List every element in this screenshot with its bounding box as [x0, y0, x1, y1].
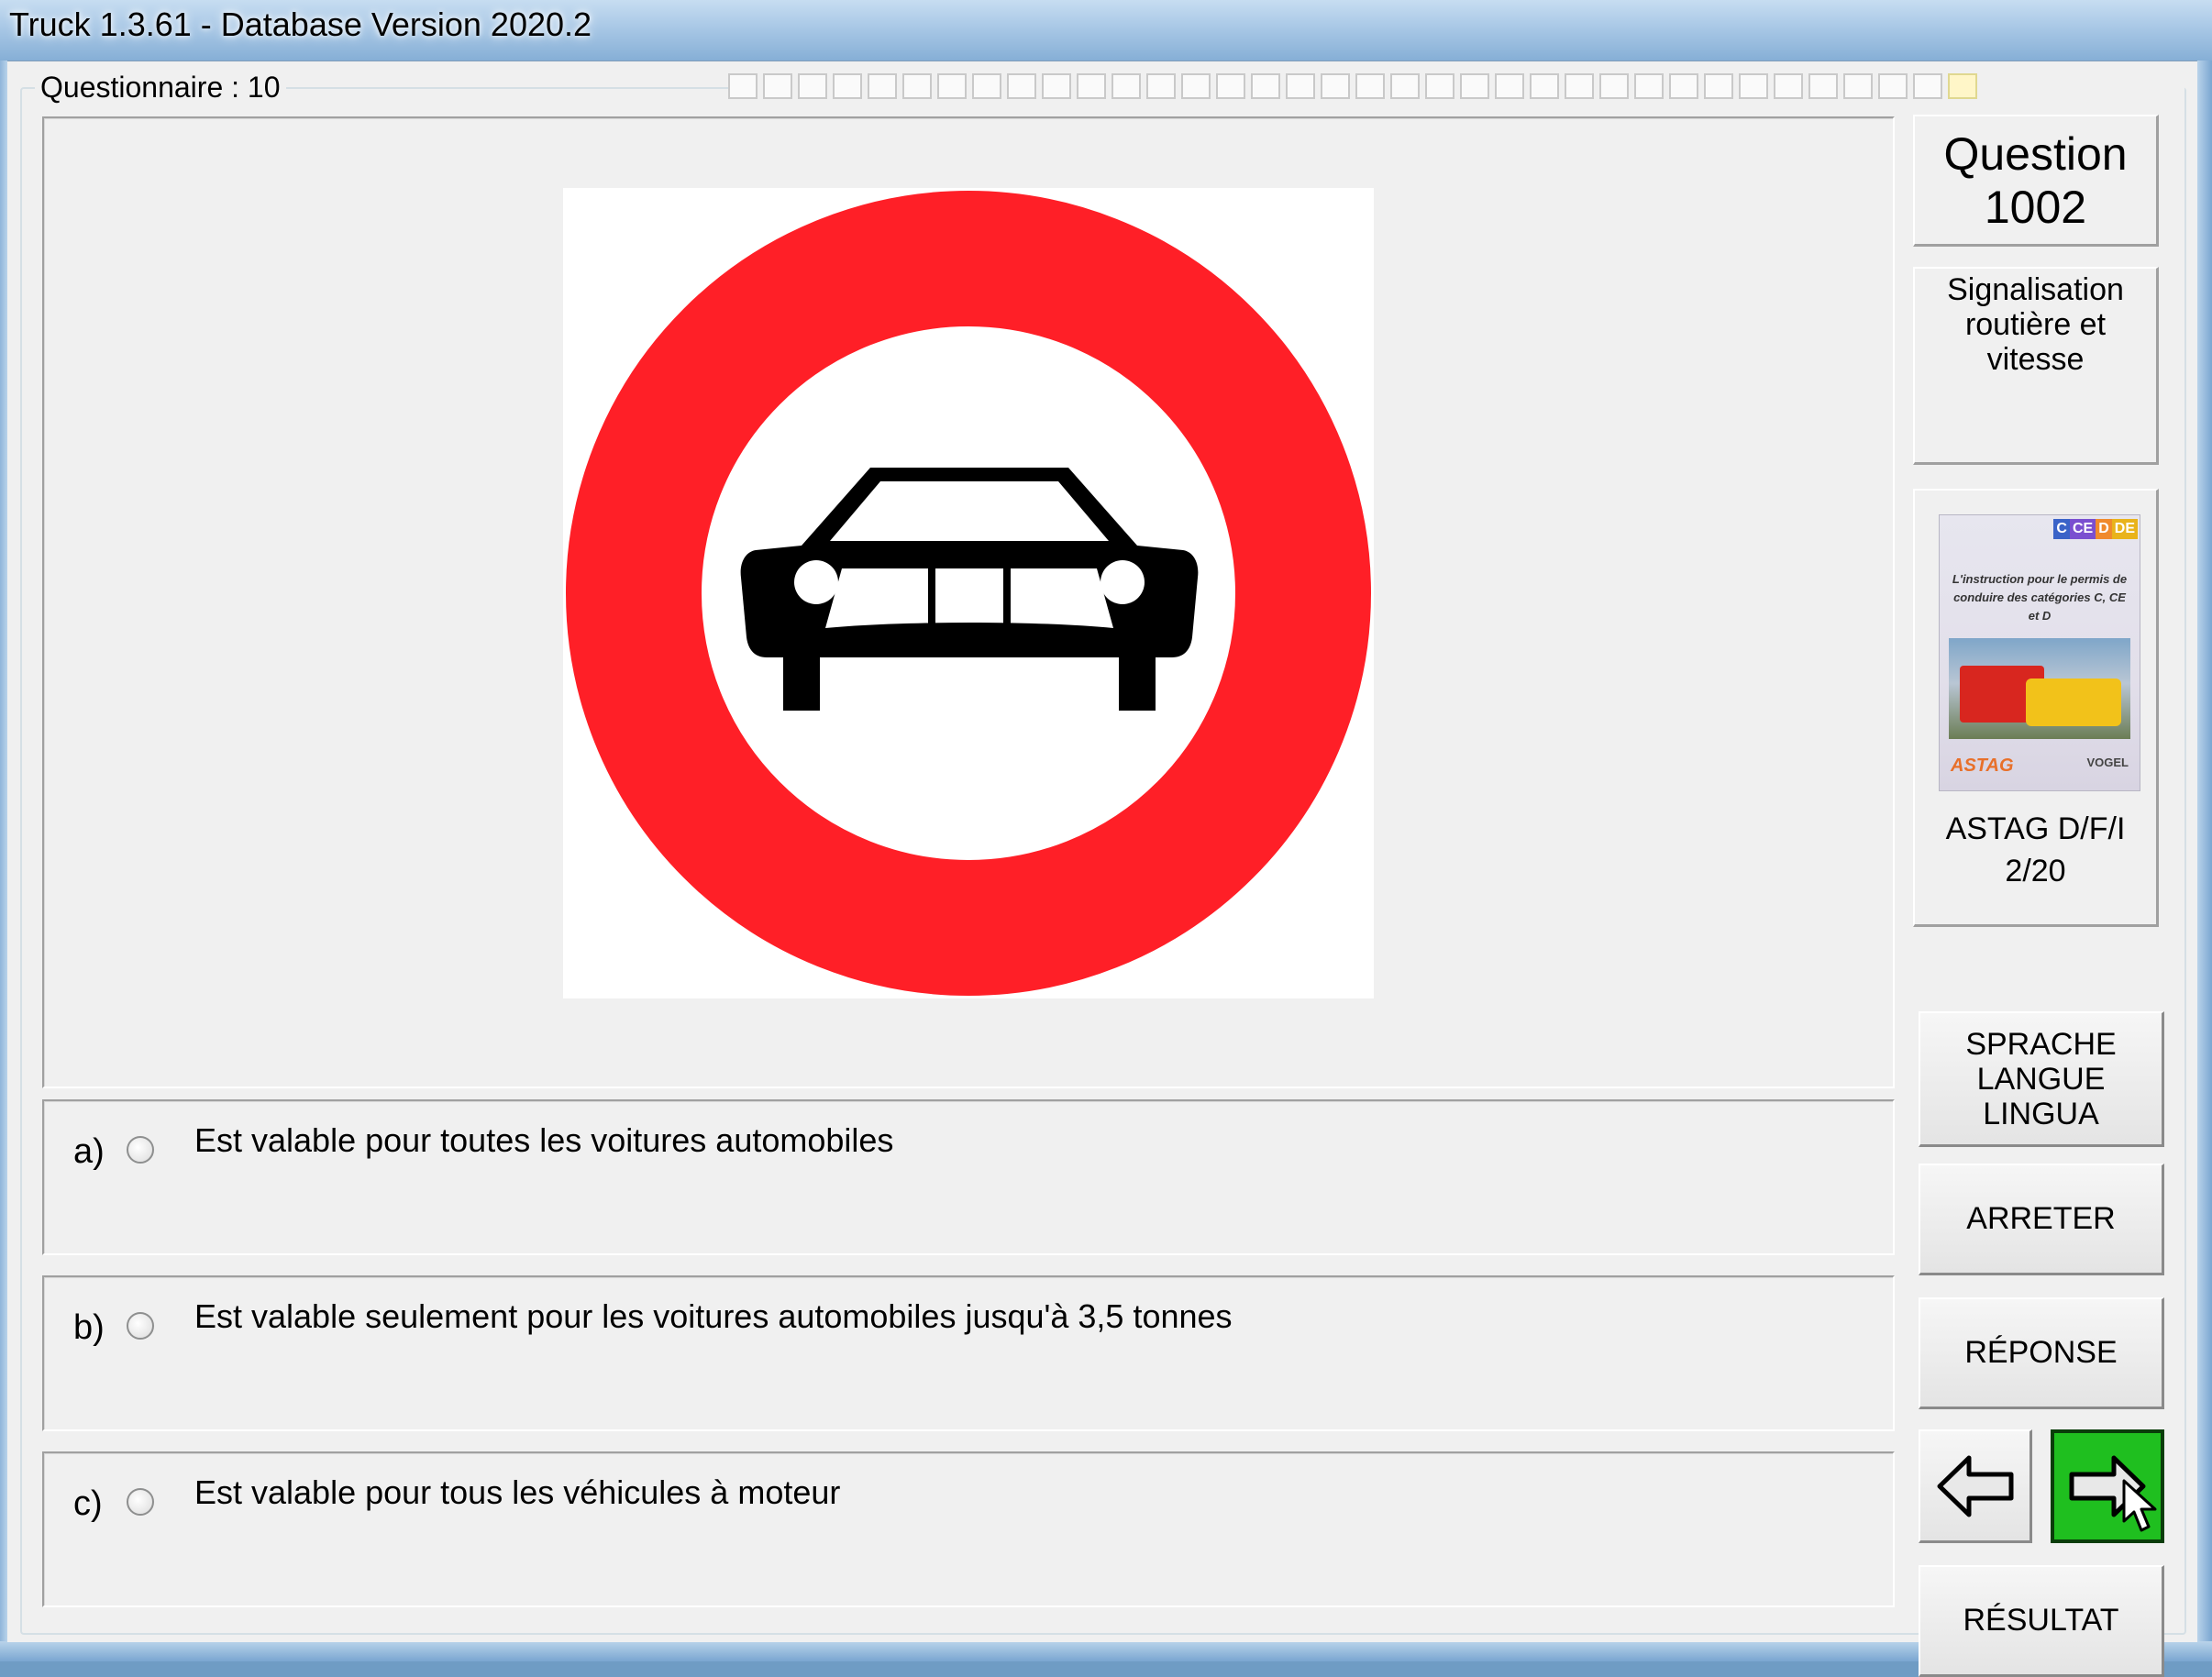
progress-segment — [902, 73, 932, 99]
progress-segment — [728, 73, 758, 99]
progress-segment — [1355, 73, 1385, 99]
progress-segment — [1460, 73, 1489, 99]
book-cover-text: L'instruction pour le permis de conduire… — [1952, 572, 2128, 623]
window-titlebar[interactable]: Truck 1.3.61 - Database Version 2020.2 — [0, 0, 2212, 61]
previous-question-button[interactable] — [1919, 1429, 2032, 1543]
publisher-logo-left: ASTAG — [1951, 756, 2014, 776]
book-caption: ASTAG D/F/I 2/20 — [1915, 808, 2156, 892]
answer-text[interactable]: Est valable pour toutes les voitures aut… — [194, 1121, 893, 1160]
progress-segment — [1948, 73, 1977, 99]
progress-segment — [1530, 73, 1559, 99]
book-category-tag: DE — [2111, 519, 2138, 539]
window-title: Truck 1.3.61 - Database Version 2020.2 — [9, 6, 592, 43]
questionnaire-progress — [728, 73, 2184, 103]
progress-segment — [1321, 73, 1350, 99]
book-category-tag: C — [2053, 519, 2070, 539]
window-frame-left — [0, 61, 7, 1661]
progress-segment — [972, 73, 1001, 99]
answer-row-a[interactable]: a) Est valable pour toutes les voitures … — [42, 1099, 1895, 1255]
road-sign-image — [563, 188, 1374, 998]
progress-segment — [1286, 73, 1315, 99]
progress-segment — [1390, 73, 1420, 99]
progress-segment — [1843, 73, 1873, 99]
progress-segment — [1634, 73, 1664, 99]
question-image-panel — [42, 116, 1895, 1088]
progress-segment — [1181, 73, 1211, 99]
progress-segment — [1216, 73, 1245, 99]
bus-illustration — [2026, 679, 2121, 726]
progress-segment — [1565, 73, 1594, 99]
book-cover-photo — [1949, 638, 2130, 739]
no-motor-cars-sign-icon — [566, 191, 1371, 996]
book-caption-title: ASTAG D/F/I — [1945, 811, 2126, 846]
progress-segment — [1112, 73, 1141, 99]
progress-segment — [1878, 73, 1908, 99]
answer-letter: b) — [73, 1308, 105, 1347]
question-title: Question 1002 — [1915, 116, 2156, 234]
result-button[interactable]: RÉSULTAT — [1919, 1565, 2164, 1677]
progress-segment — [1739, 73, 1768, 99]
progress-segment — [1007, 73, 1036, 99]
progress-segment — [1251, 73, 1280, 99]
progress-segment — [1913, 73, 1942, 99]
answer-c-radio[interactable] — [127, 1488, 154, 1516]
progress-segment — [1495, 73, 1524, 99]
answer-letter: c) — [73, 1484, 103, 1523]
book-cover-image: C CE D DE L'instruction pour le permis de c… — [1939, 514, 2140, 791]
window-client-area: Questionnaire : 10 a) Est valable pour t… — [7, 61, 2197, 1677]
progress-segment — [1077, 73, 1106, 99]
answer-a-radio[interactable] — [127, 1136, 154, 1164]
progress-segment — [833, 73, 862, 99]
mouse-pointer-icon — [2122, 1479, 2157, 1532]
book-category-tag: D — [2096, 519, 2112, 539]
question-number: 1002 — [1984, 182, 2087, 233]
window-frame-bottom — [0, 1641, 2212, 1661]
book-category-tag: CE — [2069, 519, 2096, 539]
answer-text[interactable]: Est valable pour tous les véhicules à mo… — [194, 1473, 840, 1512]
window-frame-right — [2197, 61, 2212, 1661]
arrow-left-icon — [1937, 1455, 2013, 1517]
questionnaire-label: Questionnaire : 10 — [35, 71, 286, 105]
progress-segment — [798, 73, 827, 99]
book-caption-edition: 2/20 — [2005, 854, 2066, 888]
book-category-tags: C CE D DE — [2053, 519, 2138, 539]
progress-segment — [1599, 73, 1629, 99]
progress-segment — [1042, 73, 1071, 99]
progress-segment — [937, 73, 967, 99]
topic-box: Signalisation routière et vitesse — [1913, 267, 2159, 465]
answer-row-c[interactable]: c) Est valable pour tous les véhicules à… — [42, 1451, 1895, 1607]
question-topic: Signalisation routière et vitesse — [1947, 272, 2124, 377]
answer-letter: a) — [73, 1132, 105, 1171]
question-title-label: Question — [1943, 128, 2128, 180]
answer-b-radio[interactable] — [127, 1312, 154, 1340]
answer-button[interactable]: RÉPONSE — [1919, 1297, 2164, 1409]
question-number-box: Question 1002 — [1913, 115, 2159, 247]
reference-book-box: C CE D DE L'instruction pour le permis de c… — [1913, 489, 2159, 927]
progress-segment — [868, 73, 897, 99]
stop-button[interactable]: ARRETER — [1919, 1164, 2164, 1275]
publisher-logo-right: VOGEL — [2086, 756, 2129, 769]
progress-segment — [1704, 73, 1733, 99]
progress-segment — [1669, 73, 1698, 99]
progress-segment — [763, 73, 792, 99]
answer-row-b[interactable]: b) Est valable seulement pour les voitur… — [42, 1275, 1895, 1431]
progress-segment — [1808, 73, 1838, 99]
answer-text[interactable]: Est valable seulement pour les voitures … — [194, 1297, 1233, 1336]
progress-segment — [1774, 73, 1803, 99]
progress-segment — [1425, 73, 1454, 99]
progress-segment — [1146, 73, 1176, 99]
language-button[interactable]: SPRACHE LANGUE LINGUA — [1919, 1011, 2164, 1147]
